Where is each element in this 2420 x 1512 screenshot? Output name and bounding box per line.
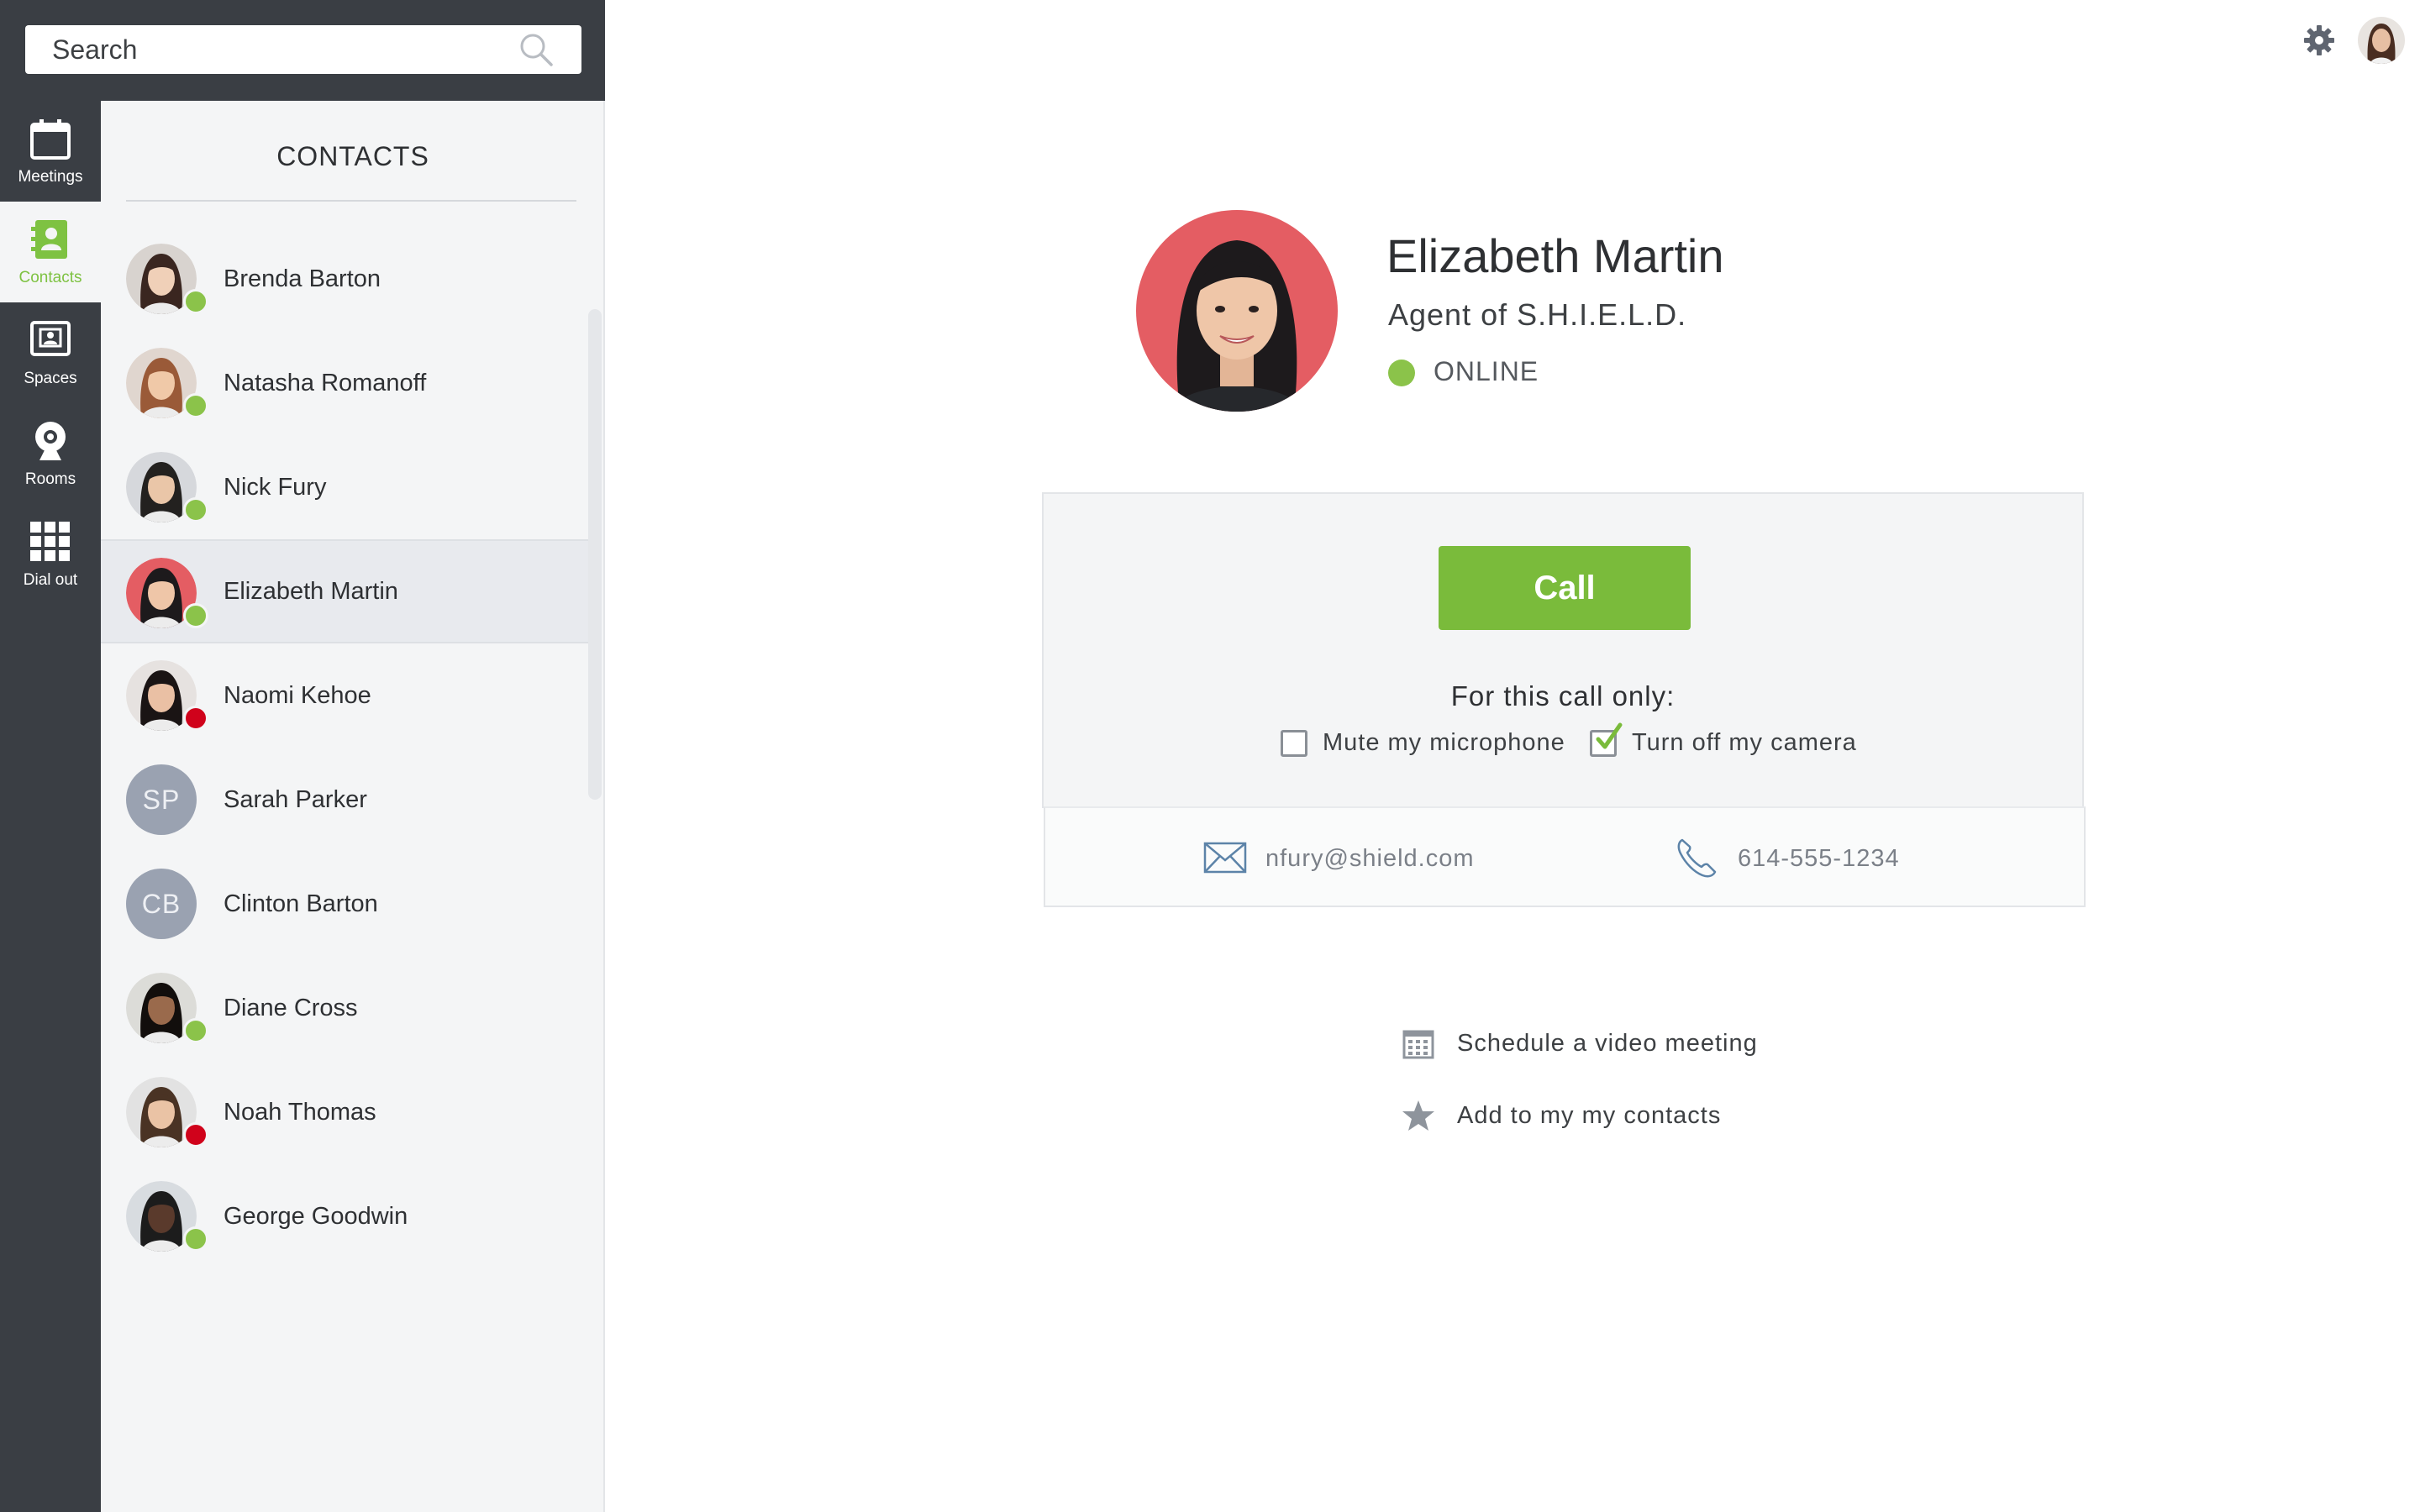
contact-name: Natasha Romanoff [224,369,427,396]
nav-item-contacts[interactable]: Contacts [0,202,101,302]
turn-off-camera-checkbox[interactable] [1590,722,1623,757]
contact-avatar [126,348,208,418]
presence-busy-indicator [183,706,208,731]
divider [126,200,576,202]
avatar-initials: SP [126,764,197,835]
search-icon[interactable] [518,31,555,68]
contact-name: Diane Cross [224,994,358,1021]
schedule-video-meeting-action[interactable]: Schedule a video meeting [1402,1026,1758,1060]
status-indicator [1388,360,1415,386]
search-placeholder: Search [52,34,138,65]
presence-online-indicator [183,1226,208,1252]
contact-row[interactable]: Brenda Barton [101,227,588,331]
user-avatar-image [2358,17,2405,64]
mute-microphone-label: Mute my microphone [1323,729,1565,756]
contact-name: Nick Fury [224,473,327,501]
contact-name: Elizabeth Martin [224,577,398,605]
gear-icon[interactable] [2302,24,2336,57]
phone-icon [1677,838,1717,878]
search-bar-area: Search [0,0,605,101]
contact-row[interactable]: George Goodwin [101,1164,588,1268]
checkmark-icon [1596,722,1623,748]
nav-label: Contacts [18,269,82,286]
contacts-title: CONTACTS [276,141,429,171]
dialpad-icon [30,522,70,561]
calendar-icon [1402,1030,1434,1059]
profile-photo-image [1136,210,1338,412]
presence-busy-indicator [183,1122,208,1147]
nav-item-meetings[interactable]: Meetings [0,101,101,202]
contact-avatar [126,1077,208,1147]
call-button[interactable]: Call [1439,546,1691,630]
mute-microphone-checkbox[interactable] [1281,729,1307,757]
contact-row[interactable]: CB Clinton Barton [101,852,588,956]
contact-avatar [126,452,208,522]
contact-avatar [126,558,208,628]
call-panel [1042,492,2084,808]
contact-name: Naomi Kehoe [224,681,371,709]
webcam-icon [35,422,66,460]
contact-row[interactable]: SP Sarah Parker [101,748,588,852]
address-book-icon [31,220,67,259]
contact-avatar [126,244,208,314]
nav-label: Dial out [23,571,78,589]
presence-online-indicator [183,497,208,522]
add-to-contacts-action[interactable]: Add to my my contacts [1402,1099,1721,1132]
call-options-heading: For this call only: [1450,680,1676,711]
turn-off-camera-option[interactable]: Turn off my camera [1590,722,1857,757]
avatar-initials: CB [126,869,197,939]
phone-link[interactable]: 614-555-1234 [1738,845,1900,873]
contact-avatar [126,973,208,1043]
contact-row[interactable]: Naomi Kehoe [101,643,588,748]
nav-label: Spaces [24,370,77,387]
contact-avatar: CB [126,869,197,939]
contact-name: Sarah Parker [224,785,367,813]
schedule-video-meeting-label: Schedule a video meeting [1457,1029,1758,1057]
presence-online-indicator [183,1018,208,1043]
email-link[interactable]: nfury@shield.com [1265,845,1475,873]
status-text: ONLINE [1434,356,1539,386]
presence-online-indicator [183,603,208,628]
contact-avatar: SP [126,764,197,835]
contact-name: Clinton Barton [224,890,378,917]
nav-item-spaces[interactable]: Spaces [0,302,101,403]
profile-name: Elizabeth Martin [1386,229,1724,282]
add-to-contacts-label: Add to my my contacts [1457,1101,1722,1129]
contact-row[interactable]: Elizabeth Martin [101,539,588,643]
contact-info-strip [1044,806,2086,907]
nav-label: Meetings [18,168,83,186]
contact-name: Noah Thomas [224,1098,376,1126]
contacts-panel: CONTACTS Brenda Barton Natasha Romanoff Ni… [101,101,605,1512]
contact-avatar [126,660,208,731]
presence-online-indicator [183,393,208,418]
turn-off-camera-label: Turn off my camera [1632,729,1857,756]
nav-item-rooms[interactable]: Rooms [0,403,101,504]
contact-row[interactable]: Natasha Romanoff [101,331,588,435]
contact-row[interactable]: Diane Cross [101,956,588,1060]
profile-title: Agent of S.H.I.E.L.D. [1388,297,1687,332]
contacts-scrollbar[interactable] [588,309,602,800]
presence-online-indicator [183,289,208,314]
star-icon [1402,1100,1434,1131]
nav-label: Rooms [24,470,76,488]
user-avatar[interactable] [2358,17,2405,64]
contact-row[interactable]: Noah Thomas [101,1060,588,1164]
contact-row[interactable]: Nick Fury [101,435,588,539]
calendar-icon [30,119,71,160]
nav-item-dial-out[interactable]: Dial out [0,504,101,605]
left-nav-rail: Meetings Contacts Spaces Rooms Dial out [0,101,101,1512]
profile-photo [1136,210,1338,412]
mute-microphone-option[interactable]: Mute my microphone [1281,729,1565,757]
contact-name: Brenda Barton [224,265,381,292]
contact-avatar [126,1181,208,1252]
search-input[interactable]: Search [25,25,581,74]
email-icon [1203,842,1247,874]
spaces-icon [30,321,71,356]
contact-name: George Goodwin [224,1202,408,1230]
